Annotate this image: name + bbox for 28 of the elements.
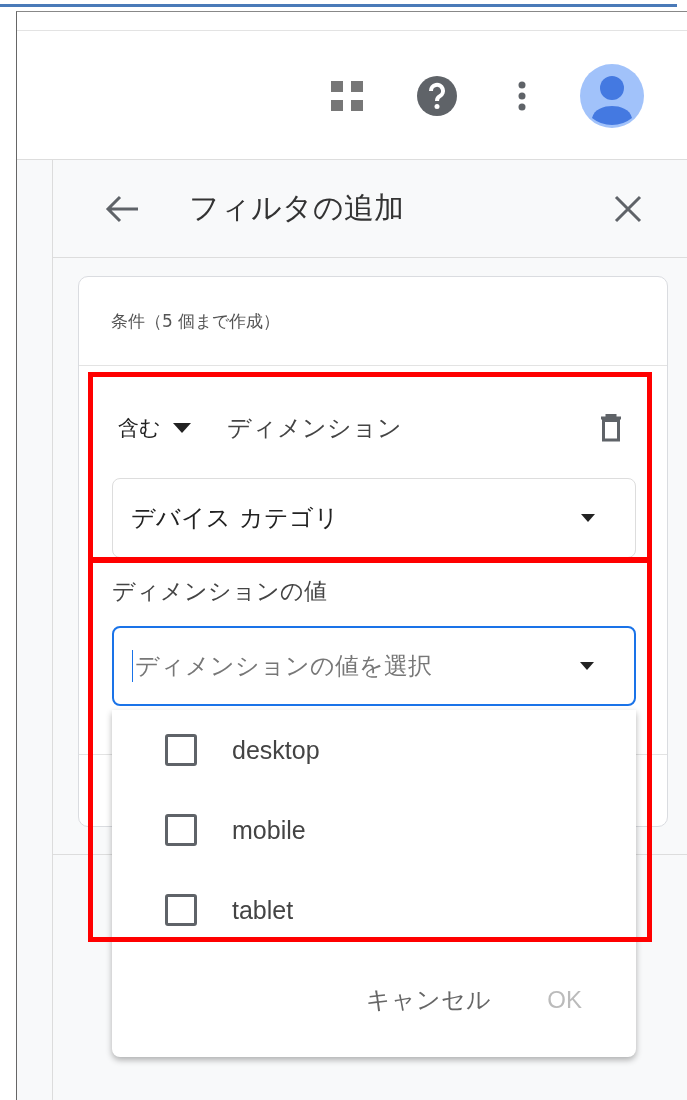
value-label: ディメンションの値 — [112, 576, 327, 606]
close-icon[interactable] — [614, 194, 642, 223]
dimension-value: デバイス カテゴリ — [131, 503, 339, 534]
conditions-title: 条件（5 個まで作成） — [111, 309, 281, 333]
option-item[interactable]: desktop — [112, 710, 636, 790]
option-label: tablet — [232, 895, 294, 925]
checkbox[interactable] — [165, 814, 197, 846]
caret-icon — [173, 423, 191, 433]
caret-icon — [580, 662, 594, 670]
value-placeholder: ディメンションの値を選択 — [132, 650, 432, 682]
back-arrow-icon[interactable] — [105, 193, 139, 224]
help-icon[interactable] — [416, 74, 458, 117]
operator-dropdown[interactable]: 含む — [112, 414, 197, 442]
panel-title: フィルタの追加 — [189, 189, 405, 227]
checkbox[interactable] — [165, 734, 197, 766]
trash-icon[interactable] — [600, 414, 622, 442]
option-label: mobile — [232, 815, 306, 845]
more-icon[interactable] — [517, 80, 527, 111]
field-label: ディメンション — [227, 413, 403, 444]
caret-icon — [581, 514, 595, 522]
apps-icon[interactable] — [331, 80, 365, 111]
checkbox[interactable] — [165, 894, 197, 926]
avatar-icon[interactable] — [580, 63, 644, 128]
option-item[interactable]: tablet — [112, 870, 636, 950]
option-item[interactable]: mobile — [112, 790, 636, 870]
value-dropdown[interactable]: ディメンションの値を選択 — [112, 626, 636, 706]
option-label: desktop — [232, 735, 320, 765]
text-button[interactable]: キャンセル — [358, 980, 500, 1020]
